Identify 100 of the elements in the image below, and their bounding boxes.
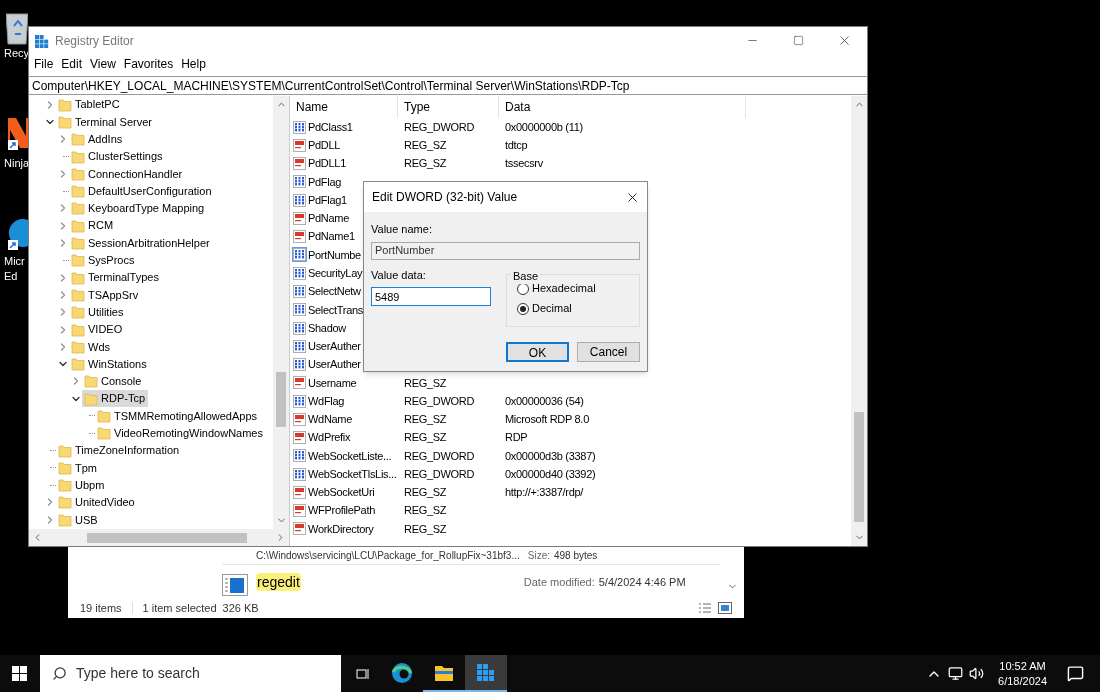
value-data: tdtcp [505,139,528,152]
scrollbar-thumb[interactable] [87,532,247,543]
value-name[interactable]: Shadow [308,319,346,337]
folder-icon[interactable] [434,663,454,682]
folder-icon [84,374,98,389]
details-view-icon[interactable] [698,602,712,614]
file-name[interactable]: regedit [256,573,301,591]
value-name[interactable]: WdName [308,411,353,428]
scrollbar-thumb[interactable] [854,412,864,522]
registry-app-icon[interactable] [477,663,495,682]
column-header[interactable]: Data [499,96,746,118]
tree-item[interactable]: Console [82,372,145,390]
volume-icon[interactable] [969,666,985,681]
tree-item[interactable]: Wds [69,338,113,356]
tree-item[interactable]: TabletPC [56,96,123,114]
selection-size: 326 KB [222,600,259,616]
value-name[interactable]: SecurityLay [308,265,363,282]
tree-item[interactable]: SessionArbitrationHelper [69,234,213,252]
value-name[interactable]: PortNumbe [308,246,361,264]
value-name[interactable]: PdFlag1 [308,191,347,209]
value-name[interactable]: PdName1 [308,228,355,245]
notifications-icon[interactable] [1067,665,1084,682]
value-type: REG_SZ [404,522,447,535]
menu-item[interactable]: File [30,54,58,74]
value-name[interactable]: WebSocketUri [308,484,375,501]
search-box[interactable]: Type here to search [40,655,341,692]
tree-item-label: Utilities [88,304,124,320]
tree-item[interactable]: DefaultUserConfiguration [69,182,215,200]
tree-item[interactable]: RCM [69,217,117,235]
tree-item[interactable]: VIDEO [69,321,126,338]
column-header[interactable]: Name [290,96,398,118]
value-name[interactable]: UserAuther [308,338,361,355]
task-view-icon[interactable] [356,667,370,680]
tree-item[interactable]: UnitedVideo [56,493,138,511]
tree-item[interactable]: WinStations [69,355,150,373]
value-name[interactable]: WebSocketListe... [308,447,392,465]
tree-item-label: ClusterSettings [88,149,163,165]
tree-item[interactable]: KeyboardType Mapping [69,199,208,217]
folder-icon [58,512,72,527]
menu-item[interactable]: Favorites [119,54,178,74]
value-name[interactable]: PdDLL [308,137,341,154]
value-name[interactable]: SelectTrans [308,301,363,319]
folder-icon [58,460,72,475]
tree-item[interactable]: VideoRemotingWindowNames [95,424,266,442]
tree-item-label: VIDEO [88,322,123,338]
value-name[interactable]: WorkDirectory [308,520,374,538]
radio-button[interactable] [517,302,529,315]
tree-item[interactable]: Ubpm [56,476,108,494]
tree-item[interactable]: USB [56,511,101,529]
tree-item[interactable]: RDP-Tcp [82,390,148,408]
value-name[interactable]: SelectNetw [308,283,361,300]
desktop-icon-label: Ed [3,269,18,284]
value-name[interactable]: WFProfilePath [308,502,375,519]
tree-item[interactable]: TimeZoneInformation [56,442,183,460]
tree-item[interactable]: TSAppSrv [69,286,142,304]
menu-item[interactable]: Help [177,54,210,74]
network-icon[interactable] [948,666,964,681]
value-name[interactable]: WdFlag [308,392,345,410]
tree-item[interactable]: Terminal Server [56,113,156,131]
maximize-icon[interactable] [792,35,804,46]
value-data: http://+:3387/rdp/ [505,486,584,499]
address-bar[interactable]: Computer\HKEY_LOCAL_MACHINE\SYSTEM\CurrentControlSet\Control\Terminal Server\WinStations\RDP-Tcp [29,76,867,95]
tree-item[interactable]: AddIns [69,130,126,148]
tree-item[interactable]: ConnectionHandler [69,165,186,183]
tree-item[interactable]: Utilities [69,303,127,321]
value-name[interactable]: PdDLL1 [308,155,346,172]
column-header[interactable]: Type [398,96,499,118]
menu-item[interactable]: View [86,54,120,74]
scrollbar-thumb[interactable] [276,372,286,427]
tiles-view-icon[interactable] [718,602,732,614]
tree-item[interactable]: SysProcs [69,251,138,269]
windows-logo-icon[interactable] [11,666,27,681]
menu-item[interactable]: Edit [57,54,87,74]
value-data-field[interactable]: 5489 [371,287,491,306]
dialog-button[interactable]: OK [506,341,569,362]
tree-item[interactable]: ClusterSettings [69,148,166,166]
tree-item[interactable]: TerminalTypes [69,269,162,287]
app-file-icon[interactable] [222,574,248,596]
vertical-scrollbar[interactable] [273,96,289,529]
value-name[interactable]: WebSocketTlsLis... [308,465,397,483]
browser-icon[interactable] [391,661,413,684]
dialog-button[interactable]: Cancel [577,341,640,362]
value-type: REG_DWORD [404,467,475,480]
tree-item[interactable]: Tpm [56,459,100,477]
search-icon[interactable] [52,666,67,681]
clock-time[interactable]: 10:52 AM [999,658,1046,674]
value-name-field[interactable]: PortNumber [371,241,640,260]
value-name[interactable]: PdClass1 [308,118,353,136]
value-name[interactable]: WdPrefix [308,429,351,446]
value-name[interactable]: UserAuther [308,356,361,373]
tree-item[interactable]: TSMMRemotingAllowedApps [95,407,261,425]
horizontal-scrollbar[interactable] [29,529,289,546]
value-name[interactable]: Username [308,374,357,392]
field-label: Value data: [371,267,427,283]
value-name[interactable]: PdFlag [308,173,342,191]
value-name[interactable]: PdName [308,210,349,227]
clock-date[interactable]: 6/18/2024 [998,673,1047,689]
radio-option[interactable]: Decimal [517,300,639,317]
vertical-scrollbar[interactable] [851,96,867,546]
taskbar-app[interactable] [465,655,507,692]
